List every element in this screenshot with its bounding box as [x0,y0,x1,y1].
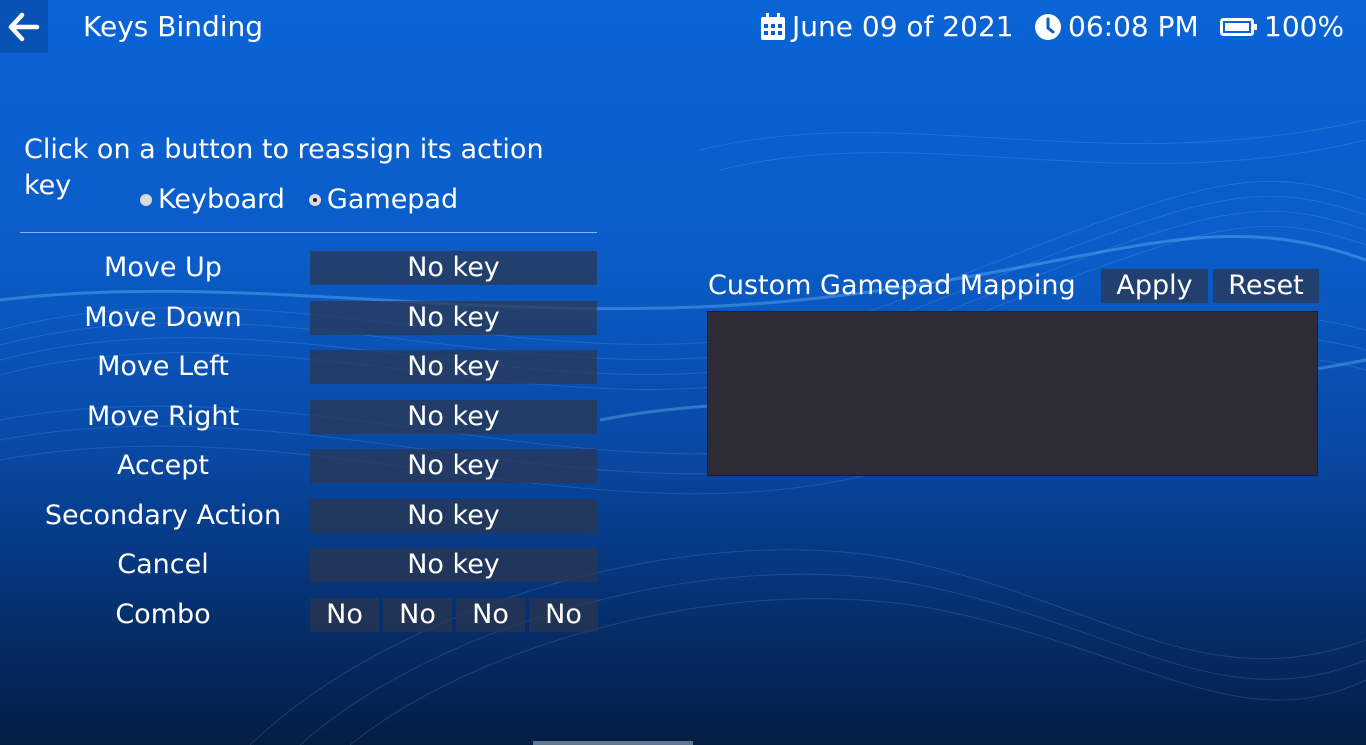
binding-label-cancel: Cancel [117,549,209,580]
battery-status: 100% [1220,9,1344,45]
time-status: 06:08 PM [1034,9,1199,45]
custom-mapping-textarea[interactable] [707,311,1318,476]
radio-gamepad[interactable]: Gamepad [308,182,459,218]
combo-key-button-1[interactable]: No [310,598,379,632]
radio-gamepad-label: Gamepad [326,184,459,215]
apply-button[interactable]: Apply [1101,269,1208,303]
radio-keyboard[interactable]: Keyboard [140,182,285,218]
date-text: June 09 of 2021 [792,10,1014,43]
scroll-handle [533,741,693,745]
page-title: Keys Binding [83,10,264,43]
binding-label-combo: Combo [115,599,211,630]
binding-label-move-left: Move Left [97,351,229,382]
binding-label-secondary-action: Secondary Action [44,500,282,531]
combo-key-button-3[interactable]: No [456,598,525,632]
battery-text: 100% [1264,10,1345,43]
clock-icon [1035,14,1061,40]
binding-button-move-left[interactable]: No key [310,350,597,384]
binding-label-move-down: Move Down [84,302,242,333]
radio-unselected-icon [140,194,152,206]
custom-mapping-title: Custom Gamepad Mapping [708,270,1076,301]
binding-label-accept: Accept [116,450,210,481]
combo-key-button-4[interactable]: No [529,598,598,632]
time-text: 06:08 PM [1068,10,1199,43]
arrow-left-icon [8,12,40,41]
battery-icon [1220,18,1257,36]
binding-button-accept[interactable]: No key [310,449,597,483]
binding-button-move-up[interactable]: No key [310,251,597,285]
binding-button-cancel[interactable]: No key [310,548,597,582]
calendar-icon [761,13,785,40]
combo-key-button-2[interactable]: No [383,598,452,632]
radio-selected-icon [308,194,321,206]
radio-keyboard-label: Keyboard [158,184,285,215]
binding-button-move-down[interactable]: No key [310,301,597,335]
divider [20,232,597,233]
binding-button-move-right[interactable]: No key [310,400,597,434]
back-button[interactable] [0,0,48,53]
binding-label-move-right: Move Right [86,401,240,432]
date-status: June 09 of 2021 [760,9,1014,45]
input-mode-radio-group: Keyboard Gamepad [140,182,482,218]
binding-label-move-up: Move Up [104,252,222,283]
reset-button[interactable]: Reset [1213,269,1319,303]
binding-button-secondary-action[interactable]: No key [310,499,597,533]
